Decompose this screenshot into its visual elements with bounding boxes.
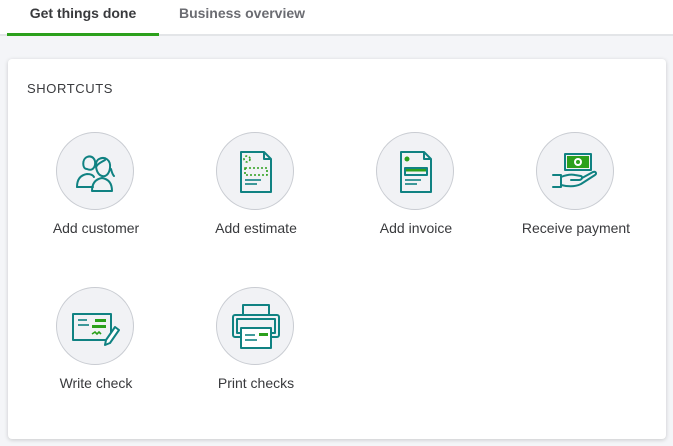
add-estimate-circle — [216, 132, 294, 210]
add-estimate-label: Add estimate — [215, 220, 297, 236]
shortcuts-title: SHORTCUTS — [27, 81, 114, 96]
receive-payment-circle — [536, 132, 614, 210]
receive-payment-shortcut[interactable]: Receive payment — [501, 132, 651, 252]
write-check-shortcut[interactable]: Write check — [21, 287, 171, 407]
write-check-circle — [56, 287, 134, 365]
hand-with-money-icon — [552, 153, 598, 188]
active-tab-indicator — [7, 33, 159, 36]
add-invoice-circle — [376, 132, 454, 210]
tab-bar: Get things done Business overview — [0, 0, 673, 36]
add-customer-shortcut[interactable]: Add customer — [21, 132, 171, 252]
shortcuts-card: SHORTCUTS Add customer Add estimate Add … — [8, 59, 666, 439]
tab-business-overview-label: Business overview — [178, 5, 306, 21]
print-checks-shortcut[interactable]: Print checks — [181, 287, 331, 407]
estimate-document-icon — [240, 151, 272, 193]
customers-icon — [76, 155, 115, 192]
tab-get-things-done-label: Get things done — [29, 5, 137, 21]
add-estimate-shortcut[interactable]: Add estimate — [181, 132, 331, 252]
tab-business-overview[interactable]: Business overview — [168, 0, 316, 34]
printer-icon — [232, 304, 280, 349]
add-invoice-shortcut[interactable]: Add invoice — [341, 132, 491, 252]
add-customer-circle — [56, 132, 134, 210]
print-checks-label: Print checks — [217, 375, 295, 391]
print-checks-circle — [216, 287, 294, 365]
receive-payment-label: Receive payment — [521, 220, 631, 236]
check-with-pen-icon — [72, 313, 120, 346]
add-invoice-label: Add invoice — [379, 220, 453, 236]
write-check-label: Write check — [59, 375, 133, 391]
add-customer-label: Add customer — [52, 220, 140, 236]
invoice-document-icon — [400, 151, 432, 193]
tab-get-things-done[interactable]: Get things done — [7, 0, 159, 36]
